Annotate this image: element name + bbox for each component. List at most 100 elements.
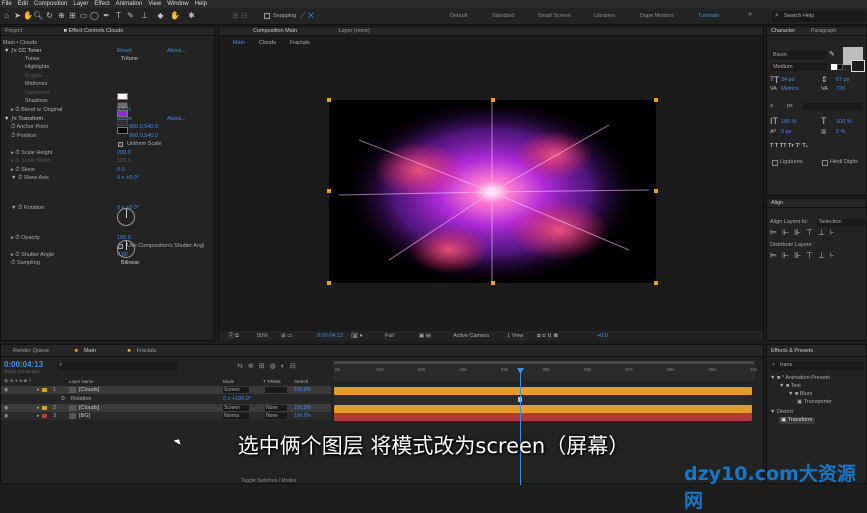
cc-toner-about[interactable]: About... — [167, 48, 186, 55]
workspace-tutorials[interactable]: Tutorials — [698, 12, 719, 20]
snap-icons[interactable]: ⟋ ✕ — [300, 11, 314, 21]
stroke-style-dropdown[interactable] — [803, 103, 863, 110]
eye-icon[interactable]: ◉ — [4, 404, 8, 412]
layer-mode-dropdown[interactable]: Screen — [223, 387, 249, 393]
tab-align[interactable]: Align — [771, 200, 783, 206]
puppet-tool-icon[interactable]: ✱ — [187, 11, 196, 21]
twirl-stopwatch-icon[interactable]: ▼ ⏱ — [11, 175, 24, 181]
leading-value[interactable]: 67 px — [836, 77, 849, 84]
handle-ml[interactable] — [327, 189, 331, 193]
tab-character[interactable]: Character — [771, 28, 795, 34]
workspace-default[interactable]: Default — [450, 12, 467, 20]
timeline-switch-icons[interactable]: ⇆⊕⊞◍◐⊟ — [237, 362, 301, 370]
layer-mode-dropdown[interactable]: Norma — [223, 413, 249, 419]
trkmat-dropdown[interactable]: None — [265, 405, 287, 411]
resolution-dropdown[interactable]: Full — [385, 331, 394, 341]
uniform-scale-checkbox[interactable] — [118, 142, 123, 147]
workspace-menu-icon[interactable]: » — [748, 11, 752, 18]
horizontal-scale-value[interactable]: 100 % — [836, 119, 852, 126]
layer-name[interactable]: [Clouds] — [79, 404, 99, 412]
grid-icon[interactable]: ⊞ ▭ — [281, 331, 292, 341]
eye-icon[interactable]: ◉ — [4, 412, 8, 420]
handle-bc[interactable] — [491, 281, 495, 285]
twirl-stopwatch-icon[interactable]: ▸ ⏱ — [11, 167, 21, 173]
font-style-dropdown[interactable]: Medium — [771, 63, 827, 71]
twirl-icon[interactable]: ▸ — [37, 412, 40, 420]
stretch-value[interactable]: 100.0% — [294, 386, 311, 394]
composition-viewer-frame[interactable] — [329, 100, 656, 283]
toggle-switches-modes[interactable]: Toggle Switches / Modes — [241, 478, 296, 484]
handle-tc[interactable] — [491, 98, 495, 102]
breadcrumb-fractals[interactable]: Fractals — [290, 40, 310, 46]
effects-tree-item-0[interactable]: ▼ ■ * Animation Presets — [770, 375, 830, 382]
label-color[interactable] — [42, 388, 47, 392]
twirl-stopwatch-icon[interactable]: ▸ ⏱ — [11, 252, 21, 258]
align-buttons[interactable]: ⊨⊩⊪⊤⊥⊦ — [770, 229, 839, 237]
handle-tr[interactable] — [654, 98, 658, 102]
sampling-dropdown[interactable]: Bilinear — [121, 260, 139, 267]
anchor-value[interactable]: 960.0,540.0 — [129, 124, 158, 131]
stretch-value[interactable]: 100.0% — [294, 412, 311, 420]
snapping-checkbox[interactable] — [264, 13, 270, 19]
layer-name[interactable]: [Clouds] — [79, 386, 99, 394]
effects-tree-item-2[interactable]: ▼ ■ Blurs — [788, 391, 812, 398]
handle-tl[interactable] — [327, 98, 331, 102]
playhead[interactable] — [520, 369, 521, 485]
font-size-value[interactable]: 34 px — [781, 77, 794, 84]
rotate-tool-icon[interactable]: ↻ — [45, 11, 54, 21]
menu-item-file[interactable]: File — [2, 0, 12, 8]
layer-bar-3[interactable] — [334, 413, 752, 421]
workspace-standard[interactable]: Standard — [492, 12, 514, 20]
timeline-current-time[interactable]: 0:00:04:13 — [4, 360, 43, 369]
trkmat-dropdown[interactable] — [265, 387, 287, 393]
menu-item-window[interactable]: Window — [167, 0, 188, 8]
type-tool-icon[interactable]: T — [114, 11, 123, 21]
stroke-width-unit[interactable]: px — [787, 103, 793, 110]
tab-paragraph[interactable]: Paragraph — [811, 28, 837, 34]
effects-tree-item-3[interactable]: ▣ Transporter — [797, 399, 832, 406]
align-to-dropdown[interactable]: Selection — [817, 219, 865, 226]
twirl-stopwatch-icon[interactable]: ▼ ƒx — [4, 48, 18, 54]
hindi-digits-checkbox[interactable] — [822, 160, 828, 166]
tsume-value[interactable]: 0 % — [836, 129, 845, 136]
handle-mr[interactable] — [654, 189, 658, 193]
tab-effects-presets[interactable]: Effects & Presets — [771, 348, 813, 354]
kerning-value[interactable]: Metrics — [781, 86, 799, 93]
skew-value[interactable]: 0.0 — [117, 167, 125, 174]
shadows-swatch[interactable] — [117, 127, 128, 134]
layer-bar-1[interactable] — [334, 387, 752, 395]
effect-transform[interactable]: ▼ ƒx Transform — [4, 116, 43, 123]
search-help-field[interactable]: ⌕ Search Help — [772, 11, 866, 22]
ligatures-checkbox[interactable] — [772, 160, 778, 166]
handle-br[interactable] — [654, 281, 658, 285]
clone-tool-icon[interactable]: ⊥ — [140, 11, 149, 21]
layer-bar-2[interactable] — [334, 405, 752, 413]
brush-tool-icon[interactable]: ✎ — [126, 11, 135, 21]
tab-project[interactable]: Project — [5, 28, 22, 34]
tab-fractals[interactable]: Fractals — [137, 348, 157, 354]
layer-mode-dropdown[interactable]: Screen — [223, 405, 249, 411]
cc-toner-reset[interactable]: Reset — [117, 48, 131, 55]
snapshot-icon[interactable]: 📷︎ ● — [351, 331, 363, 341]
effects-tree-item-4[interactable]: ▼ Distort — [770, 409, 793, 416]
menu-item-animation[interactable]: Animation — [116, 0, 143, 8]
stretch-value[interactable]: 100.0% — [294, 404, 311, 412]
menu-item-help[interactable]: Help — [195, 0, 207, 8]
mask-tool-icon[interactable]: ▭ — [79, 11, 88, 21]
viewer-time[interactable]: 0:00:04:13 — [317, 331, 343, 341]
zoom-tool-icon[interactable]: 🔍︎ — [33, 11, 43, 21]
menu-item-composition[interactable]: Composition — [34, 0, 67, 8]
stroke-color-swatch[interactable] — [851, 60, 865, 72]
tracking-value[interactable]: 720 — [836, 86, 845, 93]
baseline-value[interactable]: 0 px — [781, 129, 791, 136]
midtones-swatch[interactable] — [117, 110, 128, 117]
breadcrumb-clouds[interactable]: Clouds — [259, 40, 276, 46]
home-icon[interactable]: ⌂ — [2, 11, 11, 21]
breadcrumb-main[interactable]: Main — [233, 40, 245, 46]
layer-row-1[interactable]: ◉ ▸ 1 [Clouds] Screen 100.0% — [1, 386, 331, 394]
menu-item-layer[interactable]: Layer — [73, 0, 88, 8]
twirl-stopwatch-icon[interactable]: ▸ ⏱ — [11, 235, 21, 241]
black-swatch[interactable] — [837, 64, 843, 70]
workspace-libraries[interactable]: Libraries — [594, 12, 615, 20]
exposure-value[interactable]: +0.0 — [597, 331, 608, 341]
